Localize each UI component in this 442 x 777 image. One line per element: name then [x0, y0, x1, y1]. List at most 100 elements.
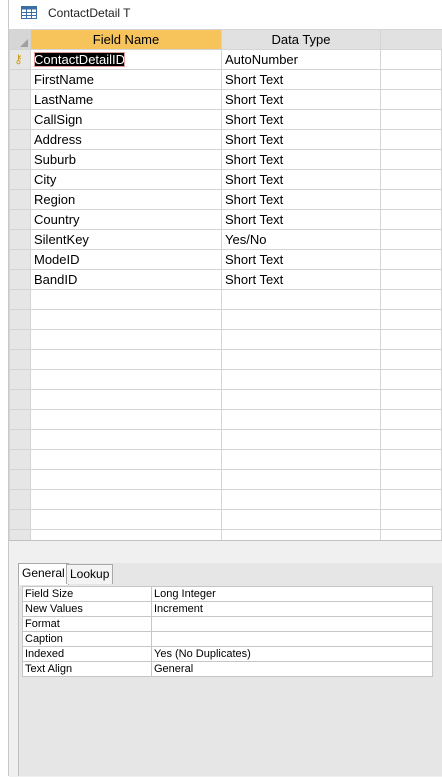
field-name-cell[interactable]: ContactDetailID — [30, 49, 222, 70]
field-name-cell[interactable] — [30, 469, 222, 490]
description-cell[interactable] — [380, 429, 442, 450]
property-row[interactable]: Text Align General — [22, 661, 433, 677]
field-name-cell[interactable] — [30, 289, 222, 310]
column-header-description[interactable] — [380, 29, 442, 50]
column-header-field-name[interactable]: Field Name — [30, 29, 222, 50]
field-name-cell[interactable]: Suburb — [30, 149, 222, 170]
empty-table-row[interactable] — [9, 489, 442, 510]
row-selector[interactable] — [9, 149, 31, 170]
data-type-cell[interactable]: Short Text — [221, 89, 381, 110]
select-all-corner[interactable] — [9, 29, 31, 50]
table-row[interactable]: Address Short Text — [9, 129, 442, 150]
field-name-cell[interactable] — [30, 329, 222, 350]
description-cell[interactable] — [380, 229, 442, 250]
description-cell[interactable] — [380, 189, 442, 210]
data-type-cell[interactable]: Yes/No — [221, 229, 381, 250]
property-value[interactable]: Yes (No Duplicates) — [151, 646, 433, 662]
property-row[interactable]: Indexed Yes (No Duplicates) — [22, 646, 433, 662]
field-name-cell[interactable] — [30, 349, 222, 370]
row-selector[interactable] — [9, 509, 31, 530]
description-cell[interactable] — [380, 449, 442, 470]
field-name-cell[interactable]: SilentKey — [30, 229, 222, 250]
row-selector[interactable] — [9, 389, 31, 410]
field-name-cell[interactable]: LastName — [30, 89, 222, 110]
data-type-cell[interactable] — [221, 449, 381, 470]
description-cell[interactable] — [380, 349, 442, 370]
field-name-cell[interactable]: City — [30, 169, 222, 190]
property-value[interactable] — [151, 616, 433, 632]
field-name-cell[interactable]: Region — [30, 189, 222, 210]
property-row[interactable]: Field Size Long Integer — [22, 586, 433, 602]
data-type-cell[interactable] — [221, 509, 381, 530]
description-cell[interactable] — [380, 129, 442, 150]
document-tab-title[interactable]: ContactDetail T — [48, 6, 130, 20]
row-selector[interactable] — [9, 329, 31, 350]
data-type-cell[interactable]: Short Text — [221, 249, 381, 270]
description-cell[interactable] — [380, 249, 442, 270]
field-name-cell[interactable]: FirstName — [30, 69, 222, 90]
field-name-cell[interactable] — [30, 309, 222, 330]
description-cell[interactable] — [380, 269, 442, 290]
data-type-cell[interactable] — [221, 469, 381, 490]
description-cell[interactable] — [380, 49, 442, 70]
empty-table-row[interactable] — [9, 369, 442, 390]
empty-table-row[interactable] — [9, 469, 442, 490]
data-type-cell[interactable]: Short Text — [221, 69, 381, 90]
row-selector[interactable] — [9, 449, 31, 470]
row-selector[interactable] — [9, 369, 31, 390]
table-row[interactable]: Country Short Text — [9, 209, 442, 230]
row-selector[interactable] — [9, 409, 31, 430]
table-row[interactable]: LastName Short Text — [9, 89, 442, 110]
description-cell[interactable] — [380, 329, 442, 350]
field-name-cell[interactable] — [30, 409, 222, 430]
field-name-cell[interactable] — [30, 389, 222, 410]
description-cell[interactable] — [380, 209, 442, 230]
row-selector[interactable] — [9, 309, 31, 330]
data-type-cell[interactable] — [221, 289, 381, 310]
table-row[interactable]: SilentKey Yes/No — [9, 229, 442, 250]
data-type-cell[interactable]: Short Text — [221, 269, 381, 290]
row-selector[interactable] — [9, 189, 31, 210]
empty-table-row[interactable] — [9, 309, 442, 330]
empty-table-row[interactable] — [9, 289, 442, 310]
table-row[interactable]: City Short Text — [9, 169, 442, 190]
data-type-cell[interactable]: Short Text — [221, 129, 381, 150]
empty-table-row[interactable] — [9, 509, 442, 530]
row-selector[interactable]: ⚷ — [9, 49, 31, 70]
description-cell[interactable] — [380, 389, 442, 410]
data-type-cell[interactable] — [221, 409, 381, 430]
field-name-cell[interactable] — [30, 509, 222, 530]
field-name-cell[interactable]: Address — [30, 129, 222, 150]
table-row[interactable]: Suburb Short Text — [9, 149, 442, 170]
data-type-cell[interactable] — [221, 309, 381, 330]
property-row[interactable]: New Values Increment — [22, 601, 433, 617]
row-selector[interactable] — [9, 209, 31, 230]
data-type-cell[interactable] — [221, 429, 381, 450]
data-type-cell[interactable] — [221, 489, 381, 510]
description-cell[interactable] — [380, 369, 442, 390]
description-cell[interactable] — [380, 169, 442, 190]
data-type-cell[interactable]: Short Text — [221, 189, 381, 210]
row-selector[interactable] — [9, 169, 31, 190]
empty-table-row[interactable] — [9, 389, 442, 410]
description-cell[interactable] — [380, 309, 442, 330]
description-cell[interactable] — [380, 289, 442, 310]
empty-table-row[interactable] — [9, 409, 442, 430]
description-cell[interactable] — [380, 69, 442, 90]
data-type-cell[interactable]: Short Text — [221, 209, 381, 230]
empty-table-row[interactable] — [9, 349, 442, 370]
description-cell[interactable] — [380, 409, 442, 430]
description-cell[interactable] — [380, 489, 442, 510]
property-value[interactable]: Increment — [151, 601, 433, 617]
property-value[interactable]: General — [151, 661, 433, 677]
row-selector[interactable] — [9, 249, 31, 270]
empty-table-row[interactable] — [9, 329, 442, 350]
row-selector[interactable] — [9, 109, 31, 130]
row-selector[interactable] — [9, 89, 31, 110]
table-row[interactable]: BandID Short Text — [9, 269, 442, 290]
table-row[interactable]: ModeID Short Text — [9, 249, 442, 270]
property-row[interactable]: Caption — [22, 631, 433, 647]
field-name-cell[interactable] — [30, 369, 222, 390]
row-selector[interactable] — [9, 229, 31, 250]
field-name-cell[interactable]: CallSign — [30, 109, 222, 130]
